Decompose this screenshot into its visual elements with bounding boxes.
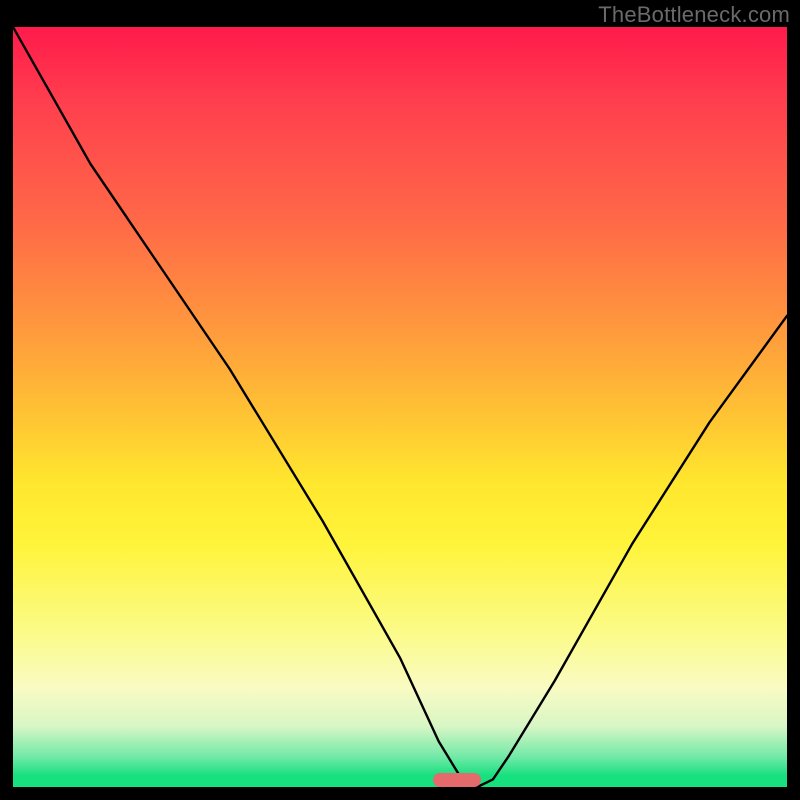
bottleneck-curve — [13, 27, 787, 787]
chart-frame: TheBottleneck.com — [0, 0, 800, 800]
optimal-marker — [433, 773, 481, 787]
watermark-text: TheBottleneck.com — [598, 2, 790, 28]
curve-path — [13, 27, 787, 787]
plot-area — [13, 27, 787, 787]
